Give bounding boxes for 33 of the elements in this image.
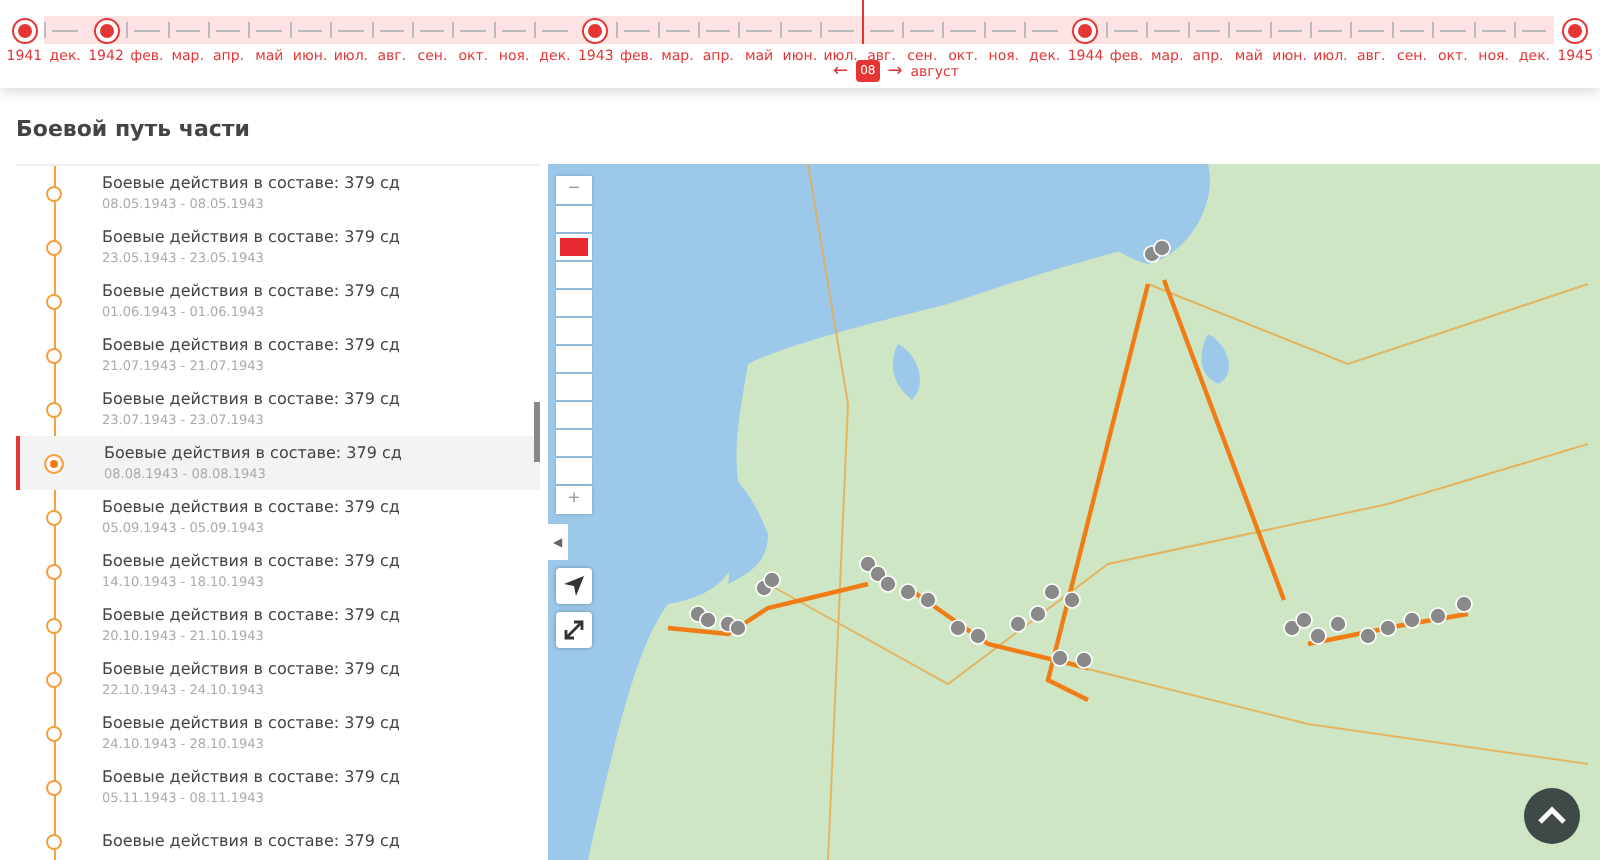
locate-button[interactable] bbox=[556, 568, 592, 604]
event-title: Боевые действия в составе: 379 сд bbox=[102, 768, 400, 786]
navigation-arrow-icon bbox=[562, 574, 586, 598]
event-title: Боевые действия в составе: 379 сд bbox=[102, 228, 400, 246]
previous-arrow[interactable]: ← bbox=[833, 61, 849, 81]
chevron-up-icon bbox=[1536, 806, 1568, 826]
year-dot-icon[interactable] bbox=[588, 23, 603, 37]
scrollbar[interactable] bbox=[534, 402, 540, 462]
event-title: Боевые действия в составе: 379 сд bbox=[102, 282, 400, 300]
event-title: Боевые действия в составе: 379 сд bbox=[102, 174, 400, 192]
expand-arrows-icon bbox=[562, 618, 586, 642]
event-title: Боевые действия в составе: 379 сд bbox=[104, 444, 402, 462]
year-dot-icon[interactable] bbox=[1568, 23, 1583, 37]
event-title: Боевые действия в составе: 379 сд bbox=[102, 552, 400, 570]
event-title: Боевые действия в составе: 379 сд bbox=[102, 660, 400, 678]
event-item[interactable]: Боевые действия в составе: 379 сд bbox=[16, 814, 540, 860]
zoom-out-button[interactable]: − bbox=[556, 176, 592, 204]
event-title: Боевые действия в составе: 379 сд bbox=[102, 832, 400, 850]
year-dot-icon[interactable] bbox=[99, 23, 114, 37]
event-title: Боевые действия в составе: 379 сд bbox=[102, 390, 400, 408]
event-title: Боевые действия в составе: 379 сд bbox=[102, 498, 400, 516]
current-date-marker[interactable] bbox=[861, 0, 864, 44]
timeline-node-icon bbox=[44, 453, 64, 473]
year-dot-icon[interactable] bbox=[1078, 23, 1093, 37]
event-title: Боевые действия в составе: 379 сд bbox=[102, 606, 400, 624]
next-arrow[interactable]: → bbox=[887, 61, 903, 81]
section-title: Боевой путь части bbox=[16, 116, 252, 146]
zoom-in-button[interactable]: + bbox=[556, 486, 592, 514]
event-title: Боевые действия в составе: 379 сд bbox=[102, 336, 400, 354]
zoom-level-step[interactable] bbox=[556, 234, 592, 260]
fullscreen-button[interactable] bbox=[556, 612, 592, 648]
year-dot-icon[interactable] bbox=[17, 23, 32, 37]
event-title: Боевые действия в составе: 379 сд bbox=[102, 714, 400, 732]
